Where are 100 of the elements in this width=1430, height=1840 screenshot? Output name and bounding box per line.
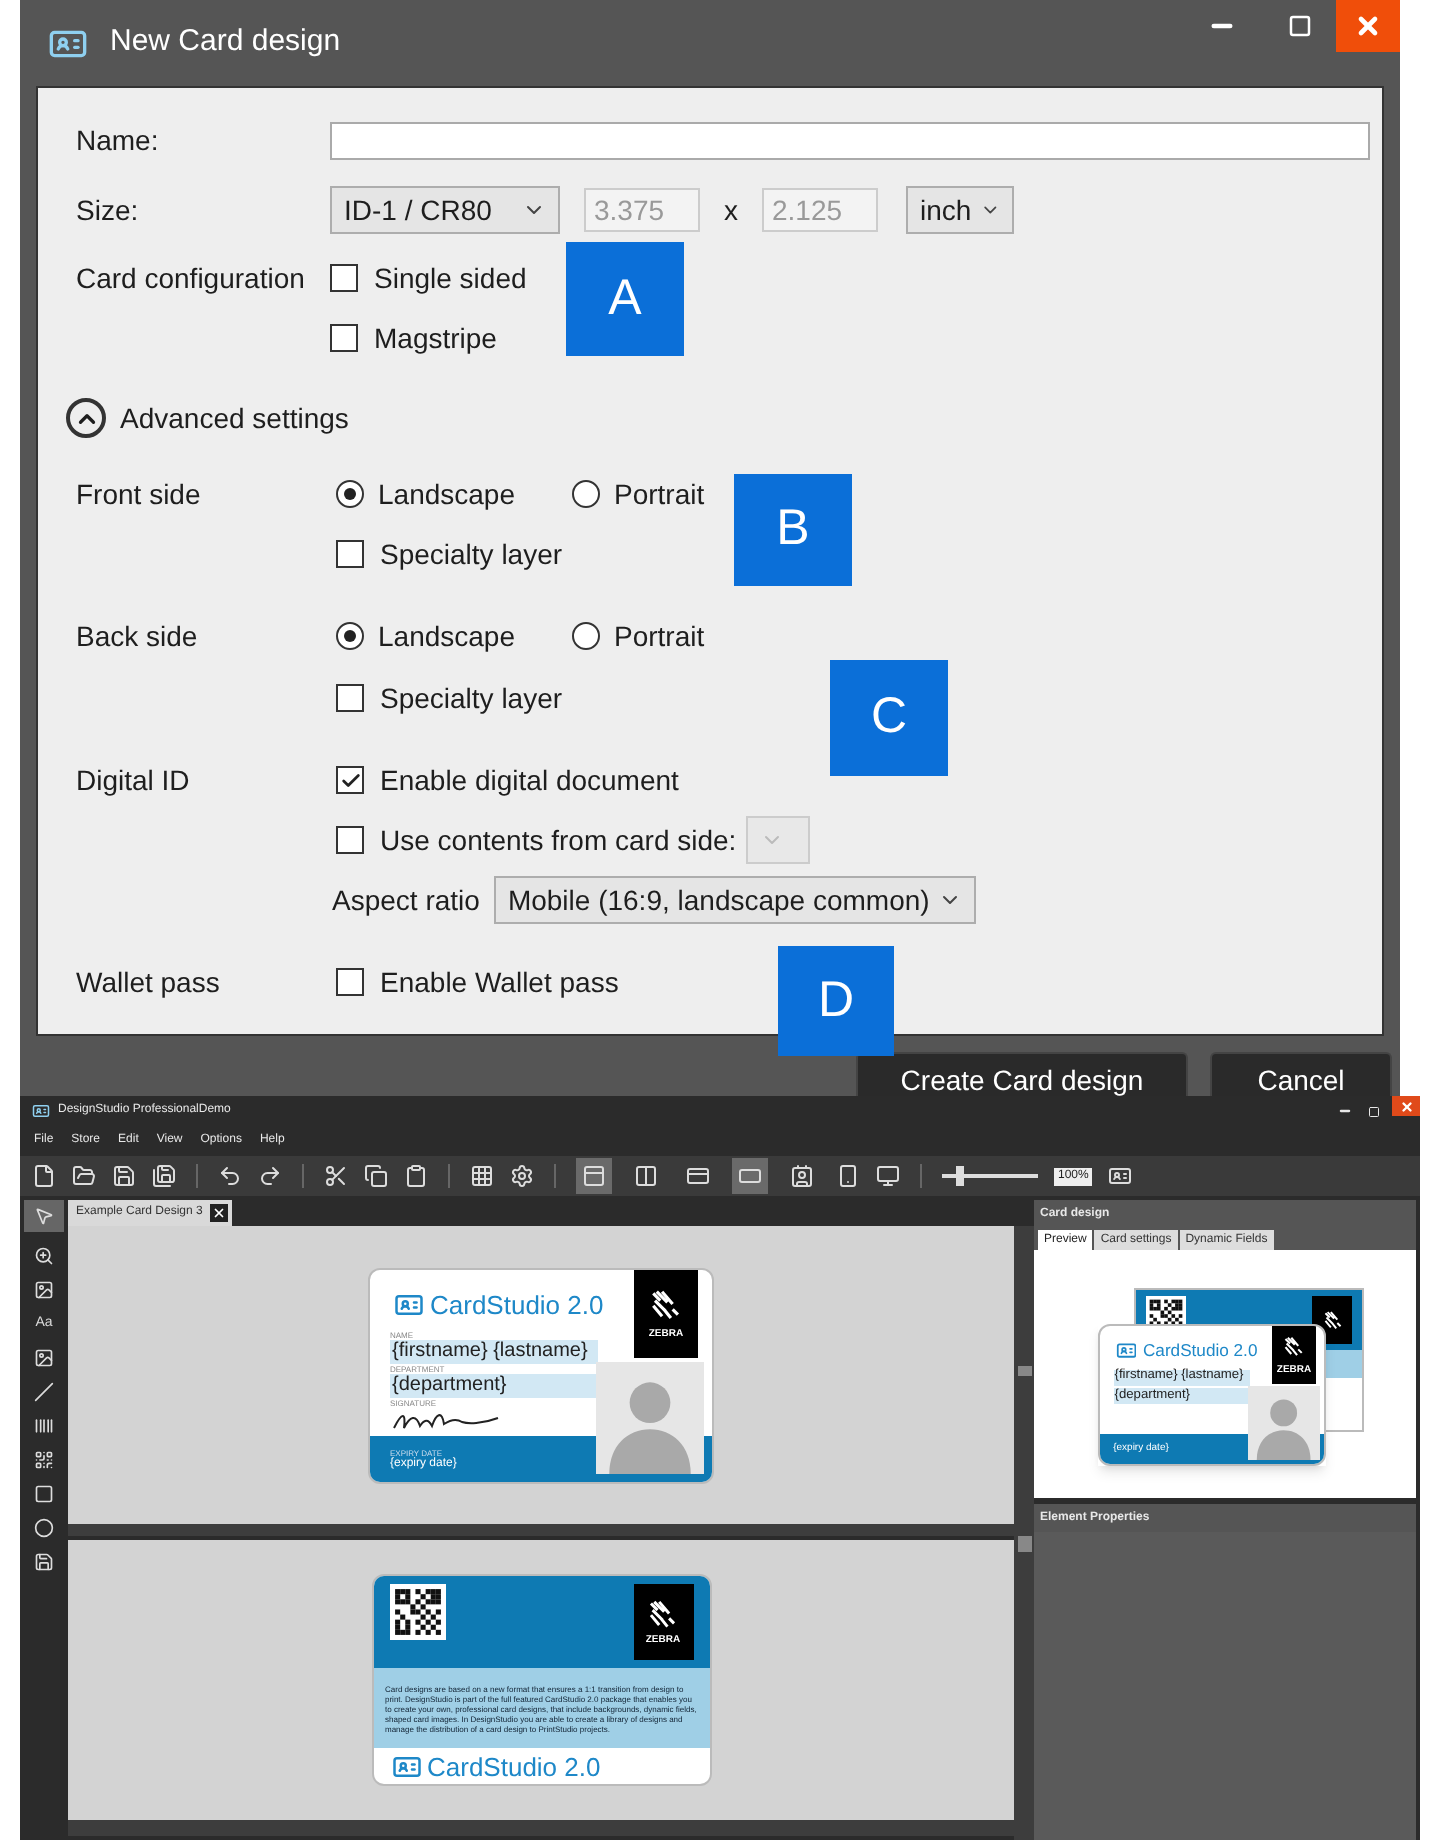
- redo-icon[interactable]: [258, 1164, 282, 1188]
- checkbox-label: Single sided: [374, 259, 527, 298]
- expander-label: Advanced settings: [120, 399, 349, 438]
- monitor-icon[interactable]: [876, 1164, 900, 1188]
- cut-icon[interactable]: [324, 1164, 348, 1188]
- copy-icon[interactable]: [364, 1164, 388, 1188]
- check-icon: [339, 769, 361, 791]
- field-label: Card configuration: [76, 261, 305, 293]
- columns-icon: [634, 1164, 658, 1188]
- checkbox[interactable]: [336, 684, 364, 712]
- card-logo-icon: [394, 1289, 424, 1319]
- slider-thumb[interactable]: [955, 1166, 964, 1186]
- stripes-icon: [1321, 1309, 1343, 1331]
- image-icon[interactable]: [34, 1280, 54, 1300]
- phone-icon[interactable]: [836, 1164, 860, 1188]
- field-value: {department}: [390, 1373, 598, 1397]
- undo-icon[interactable]: [218, 1164, 242, 1188]
- radio-button[interactable]: [572, 480, 600, 508]
- radio-button[interactable]: [336, 622, 364, 650]
- field-label: Wallet pass: [76, 965, 220, 997]
- radio-label: Portrait: [614, 475, 705, 513]
- field-label: Digital ID: [76, 763, 190, 795]
- checkbox-label: Use contents from card side:: [380, 821, 737, 859]
- stripes-icon: [646, 1597, 680, 1633]
- field-label: Back side: [76, 619, 198, 651]
- view-mode-button[interactable]: [576, 1158, 612, 1194]
- line-icon[interactable]: [34, 1382, 54, 1402]
- close-button[interactable]: [1336, 0, 1400, 52]
- checkbox-label: Specialty layer: [380, 679, 563, 718]
- zoom-slider[interactable]: [942, 1166, 1038, 1186]
- save-icon[interactable]: [34, 1552, 54, 1572]
- new-file-icon[interactable]: [32, 1164, 56, 1188]
- checkbox-label: Specialty layer: [380, 535, 563, 574]
- horizontal-scrollbar[interactable]: [68, 1524, 1014, 1536]
- horizontal-scrollbar[interactable]: [68, 1820, 1014, 1836]
- settings-icon[interactable]: [510, 1164, 534, 1188]
- avatar-silhouette: [596, 1361, 704, 1473]
- radio-label: Landscape: [378, 475, 516, 514]
- image-icon[interactable]: [34, 1348, 54, 1368]
- paste-icon[interactable]: [404, 1164, 428, 1188]
- circle-icon[interactable]: [34, 1518, 54, 1538]
- rectangle-icon: [738, 1164, 762, 1188]
- expander-toggle[interactable]: [66, 398, 106, 438]
- brand-name: CardStudio 2.0: [430, 1291, 604, 1317]
- field-value: {firstname} {lastname}: [390, 1339, 598, 1363]
- callout-label: D: [778, 946, 894, 1056]
- close-icon: [1354, 12, 1382, 40]
- close-icon: [212, 1206, 227, 1220]
- dimension-separator: x: [724, 191, 738, 229]
- checkbox-label: Enable Wallet pass: [380, 963, 619, 1002]
- size-select[interactable]: ID-1 / CR80: [330, 186, 560, 234]
- pointer-tool[interactable]: [24, 1200, 64, 1232]
- grid-icon[interactable]: [470, 1164, 494, 1188]
- save-all-icon[interactable]: [152, 1164, 176, 1188]
- card-icon: [686, 1164, 710, 1188]
- pointer-icon: [34, 1206, 54, 1226]
- radio-button[interactable]: [336, 480, 364, 508]
- create-button[interactable]: Create Card design: [856, 1052, 1188, 1096]
- minimize-icon[interactable]: [1338, 1104, 1352, 1118]
- checkbox[interactable]: [336, 968, 364, 996]
- field-label: Name:: [76, 123, 159, 155]
- checkbox[interactable]: [336, 826, 364, 854]
- panel-icon: [582, 1164, 606, 1188]
- checkbox-label: Magstripe: [374, 319, 497, 358]
- maximize-icon[interactable]: [1368, 1105, 1380, 1117]
- checkbox-label: Enable digital document: [380, 761, 679, 800]
- checkbox[interactable]: [330, 264, 358, 292]
- avatar-silhouette: [1247, 1386, 1320, 1461]
- view-mode-button[interactable]: [732, 1158, 768, 1194]
- close-icon: [1399, 1099, 1413, 1113]
- tab-close-button[interactable]: [210, 1204, 229, 1222]
- window-title: New Card design: [110, 22, 341, 63]
- stripes-icon: [1282, 1334, 1306, 1362]
- app-icon: [32, 1102, 50, 1120]
- checkbox[interactable]: [336, 766, 364, 794]
- callout-label: C: [830, 660, 948, 776]
- checkbox[interactable]: [330, 324, 358, 352]
- vertical-scrollbar[interactable]: [1014, 1226, 1034, 1840]
- qr-code-icon[interactable]: [34, 1450, 54, 1470]
- save-icon[interactable]: [112, 1164, 136, 1188]
- cancel-button[interactable]: Cancel: [1210, 1052, 1392, 1096]
- aspect-ratio-select[interactable]: Mobile (16:9, landscape common): [493, 876, 976, 924]
- close-button[interactable]: [1392, 1096, 1420, 1116]
- id-card-icon[interactable]: [1108, 1164, 1133, 1188]
- rectangle-icon[interactable]: [34, 1484, 54, 1504]
- radio-label: Landscape: [378, 617, 516, 656]
- callout-label: A: [566, 242, 684, 356]
- radio-label: Portrait: [614, 617, 705, 655]
- card-logo-icon: [1115, 1339, 1137, 1361]
- unit-select[interactable]: inch: [906, 186, 1014, 234]
- barcode-icon[interactable]: [34, 1416, 54, 1436]
- contact-card-icon: [790, 1164, 814, 1188]
- radio-button[interactable]: [572, 622, 600, 650]
- folder-icon[interactable]: [72, 1164, 96, 1188]
- name-input[interactable]: [330, 121, 1370, 159]
- brand-name: CardStudio 2.0: [1142, 1341, 1258, 1359]
- field-label: Aspect ratio: [332, 881, 480, 920]
- checkbox[interactable]: [336, 540, 364, 568]
- qr-code-icon: [389, 1584, 445, 1640]
- zoom-icon[interactable]: [34, 1246, 54, 1266]
